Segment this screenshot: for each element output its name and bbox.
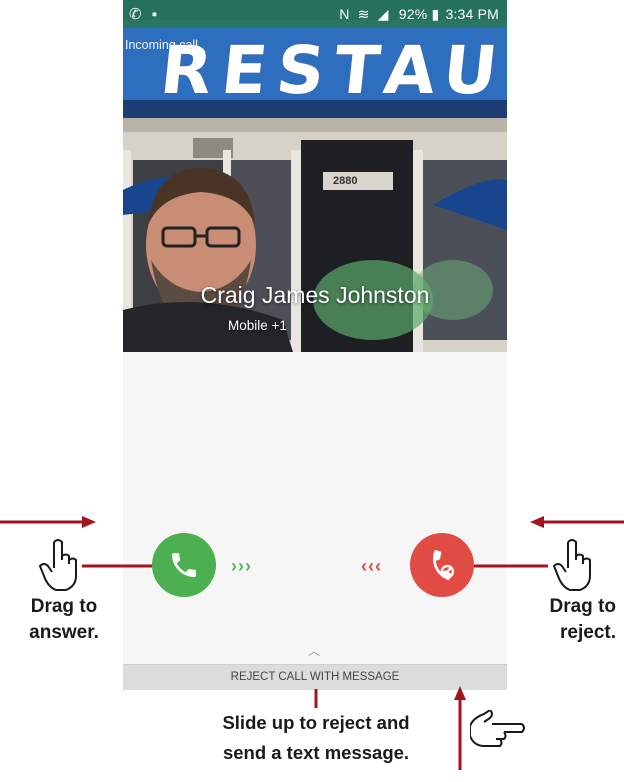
clock: 3:34 PM — [445, 6, 499, 22]
answer-swipe-chevrons: ››› — [231, 556, 252, 576]
battery-percent: 92% — [398, 6, 428, 22]
status-left-icons: ✆ ▪ — [129, 5, 157, 23]
pointing-hand-icon — [469, 709, 526, 761]
nfc-icon: N — [339, 6, 350, 22]
door-number: 2880 — [333, 175, 358, 187]
reject-swipe-chevrons: ‹‹‹ — [361, 556, 382, 576]
call-controls-panel — [123, 352, 507, 689]
caller-name: Craig James Johnston — [200, 282, 430, 308]
signal-icon: ◢ — [377, 6, 389, 22]
battery-icon: ▮ — [431, 6, 440, 22]
answer-callout-line1: Drag to — [30, 596, 98, 617]
message-callout-line2: send a text message. — [222, 742, 410, 763]
reject-callout: Drag to reject. — [504, 594, 617, 646]
message-callout-line1: Slide up to reject and — [222, 712, 410, 733]
notification-icon: ▪ — [151, 6, 158, 23]
answer-arrow-head — [82, 516, 96, 528]
answer-callout: Drag to answer. — [8, 594, 120, 646]
status-bar: ✆ ▪ N ≋ ◢ 92% ▮ 3:34 PM — [123, 0, 507, 28]
wifi-icon: ≋ — [357, 6, 370, 22]
reject-callout-line2: reject. — [560, 622, 616, 643]
status-right: N ≋ ◢ 92% ▮ 3:34 PM — [339, 6, 499, 23]
incoming-call-label: Incoming call — [125, 38, 198, 52]
reject-call-icon — [433, 549, 455, 581]
answer-call-button[interactable] — [152, 533, 216, 597]
chevron-up-icon: ︿ — [308, 644, 321, 658]
call-status-icon: ✆ — [129, 6, 142, 23]
phone-icon — [172, 553, 196, 577]
caller-number-type: Mobile +1 — [228, 318, 287, 333]
pointing-hand-icon — [36, 538, 82, 597]
message-callout: Slide up to reject and send a text messa… — [176, 708, 456, 768]
reject-callout-line1: Drag to — [549, 596, 617, 617]
pointing-hand-icon — [550, 538, 596, 597]
reject-call-button[interactable] — [410, 533, 474, 597]
photo-sign-text: RESTAUR — [156, 32, 507, 109]
reject-with-message-bar[interactable]: REJECT CALL WITH MESSAGE — [123, 664, 507, 690]
answer-callout-line2: answer. — [29, 622, 99, 643]
reject-arrow-head — [530, 516, 544, 528]
